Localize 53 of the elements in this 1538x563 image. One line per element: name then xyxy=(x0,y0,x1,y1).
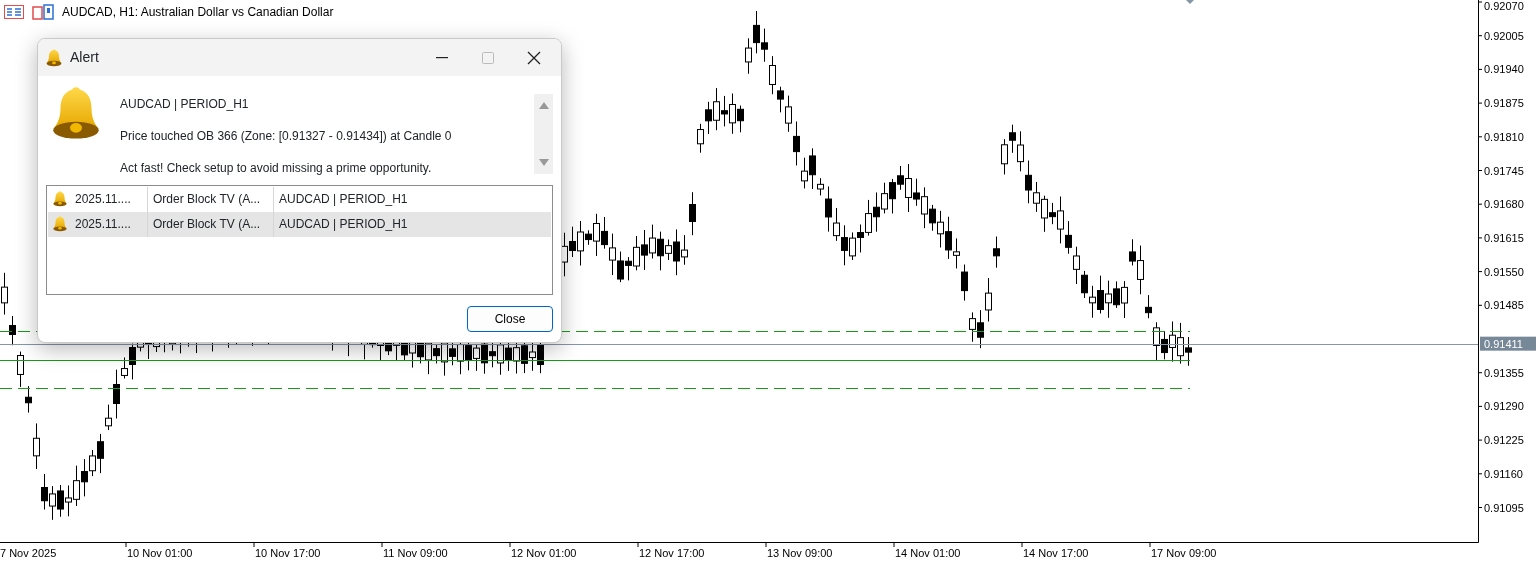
bell-icon xyxy=(52,86,100,141)
price-label: 0.91745 xyxy=(1484,164,1524,177)
price-label: 0.91095 xyxy=(1484,501,1524,514)
time-label: 12 Nov 01:00 xyxy=(511,547,577,559)
alert-row[interactable]: 2025.11.... Order Block TV (A... AUDCAD | PERIOD_H1 xyxy=(48,212,551,237)
minimize-icon xyxy=(436,56,448,59)
chart-title: AUDCAD, H1: Australian Dollar vs Canadian Dollar xyxy=(62,4,334,21)
message-cell-text: AUDCAD | PERIOD_H1 xyxy=(278,191,409,208)
current-price-label: 0.91411 xyxy=(1480,336,1536,351)
close-icon xyxy=(527,50,541,65)
time-label: 10 Nov 17:00 xyxy=(255,547,321,559)
price-label: 0.91160 xyxy=(1484,467,1523,480)
time-label: 7 Nov 2025 xyxy=(0,547,57,559)
source-cell: Order Block TV (A... xyxy=(148,186,274,212)
chart-window-icon[interactable] xyxy=(32,4,54,20)
scroll-up-icon[interactable] xyxy=(538,102,549,109)
dialog-title: Alert xyxy=(70,48,100,67)
price-label: 0.91550 xyxy=(1484,265,1524,278)
message-text: Act fast! Check setup to avoid missing a prime opportunity. xyxy=(120,160,433,176)
time-label: 14 Nov 01:00 xyxy=(895,547,961,559)
message-cell-text: AUDCAD | PERIOD_H1 xyxy=(278,216,409,233)
maximize-icon xyxy=(482,51,494,64)
price-label: 0.91875 xyxy=(1484,97,1524,110)
close-button[interactable]: Close xyxy=(467,306,553,332)
price-label: 0.91355 xyxy=(1484,366,1524,379)
bell-icon xyxy=(53,191,67,207)
source-cell: Order Block TV (A... xyxy=(148,211,274,237)
message-text: Price touched OB 366 (Zone: [0.91327 - 0.91434]) at Candle 0 xyxy=(120,128,453,144)
time-cell-text: 2025.11.... xyxy=(75,216,131,233)
time-label: 13 Nov 09:00 xyxy=(767,547,833,559)
price-label: 0.91940 xyxy=(1484,63,1524,76)
price-label: 0.91810 xyxy=(1484,130,1524,143)
bell-icon xyxy=(53,216,67,232)
message-text: AUDCAD | PERIOD_H1 xyxy=(120,96,250,112)
time-label: 11 Nov 09:00 xyxy=(383,547,448,559)
scroll-down-icon[interactable] xyxy=(538,159,549,166)
price-label: 0.91225 xyxy=(1484,434,1524,447)
time-cell-text: 2025.11.... xyxy=(75,191,131,208)
time-label: 12 Nov 17:00 xyxy=(639,547,705,559)
price-label: 0.91615 xyxy=(1484,231,1524,244)
marker-icon xyxy=(1186,0,1194,4)
price-label: 0.92070 xyxy=(1484,0,1524,12)
time-label: 17 Nov 09:00 xyxy=(1151,547,1217,559)
scrollbar[interactable] xyxy=(534,94,553,174)
bell-icon xyxy=(46,48,62,67)
time-label: 10 Nov 01:00 xyxy=(127,547,193,559)
price-label: 0.91680 xyxy=(1484,198,1524,211)
price-label: 0.91290 xyxy=(1484,400,1524,413)
time-label: 14 Nov 17:00 xyxy=(1023,547,1089,559)
price-label: 0.91485 xyxy=(1484,299,1524,312)
alert-row[interactable]: 2025.11.... Order Block TV (A... AUDCAD | PERIOD_H1 xyxy=(48,187,551,212)
menu-icon[interactable] xyxy=(4,5,24,19)
price-label: 0.92005 xyxy=(1484,29,1524,42)
